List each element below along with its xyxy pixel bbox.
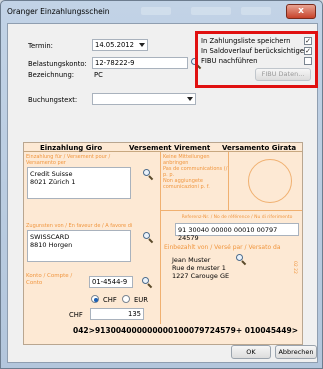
- payer-label: Einbezahlt von / Versé par / Versato da: [164, 244, 281, 251]
- termin-value: 14.05.2012: [95, 41, 134, 49]
- favor-label: Zugunsten von / En faveur de / A favore …: [26, 223, 133, 229]
- reference-label: Referenz-Nr. / No de référence / Nu di r…: [181, 215, 293, 220]
- zahlungsliste-checkbox[interactable]: ✓: [304, 37, 312, 45]
- termin-date-picker[interactable]: 14.05.2012: [92, 39, 148, 51]
- for-address-box[interactable]: Credit Suisse 8021 Zürich 1: [27, 167, 131, 199]
- chevron-down-icon[interactable]: [139, 43, 145, 47]
- termin-label: Termin:: [28, 42, 53, 50]
- currency-chf-label: CHF: [103, 296, 117, 304]
- buchungstext-label: Buchungstext:: [28, 96, 78, 104]
- konto-label: Konto / Compte / Conto: [26, 273, 73, 286]
- slip-divider: [160, 152, 161, 324]
- slip-side-code: 02 22: [292, 261, 297, 274]
- dialog-client-area: Termin: 14.05.2012 Belastungskonto: 12-7…: [7, 23, 318, 363]
- currency-eur-label: EUR: [134, 296, 148, 304]
- title-bar[interactable]: Oranger Einzahlungsschein x: [1, 1, 322, 23]
- buchungstext-select[interactable]: [92, 93, 196, 105]
- stamp-circle: [248, 159, 292, 203]
- window-title: Oranger Einzahlungsschein: [7, 7, 110, 16]
- saldoverlauf-label: In Saldoverlauf berücksichtigen: [201, 47, 309, 55]
- zahlungsliste-label: In Zahlungsliste speichern: [201, 37, 291, 45]
- bezeichnung-label: Bezeichnung:: [28, 71, 75, 79]
- message-notice: Keine Mitteilungen anbringen Pas de comm…: [163, 154, 228, 190]
- payer-address[interactable]: Jean Muster Rue de muster 1 1227 Carouge…: [172, 256, 244, 280]
- konto-input[interactable]: 01-4544-9: [89, 276, 133, 288]
- belastungskonto-label: Belastungskonto:: [28, 60, 87, 68]
- search-icon[interactable]: [142, 231, 154, 244]
- header-girata: Versamento Girata: [222, 144, 297, 152]
- fibu-label: FIBU nachführen: [201, 57, 258, 65]
- belastungskonto-input[interactable]: 12-78222-9: [92, 57, 188, 69]
- title-bar-reflection: [141, 7, 171, 15]
- search-icon[interactable]: [141, 276, 153, 289]
- slip-header: Einzahlung Giro Versement Virement Versa…: [24, 143, 302, 152]
- bezeichnung-value: PC: [94, 71, 103, 79]
- amount-currency-label: CHF: [69, 311, 83, 319]
- belastungskonto-value: 12-78222-9: [95, 59, 135, 67]
- ok-button[interactable]: OK: [231, 345, 271, 359]
- header-virement: Versement Virement: [129, 144, 211, 152]
- payment-slip: Einzahlung Giro Versement Virement Versa…: [23, 142, 303, 345]
- search-icon[interactable]: [142, 168, 154, 181]
- reference-input[interactable]: 91 30040 00000 00010 00797 24579: [175, 223, 299, 242]
- for-label: Einzahlung für / Versement pour / Versam…: [26, 154, 111, 166]
- title-bar-reflection: [241, 7, 271, 15]
- close-icon: x: [298, 6, 304, 16]
- slip-divider: [160, 210, 302, 211]
- saldoverlauf-checkbox[interactable]: ✓: [304, 47, 312, 55]
- close-button[interactable]: x: [286, 4, 316, 19]
- currency-eur-radio[interactable]: [122, 295, 130, 303]
- title-bar-reflection: [191, 7, 231, 15]
- currency-chf-radio[interactable]: [91, 295, 99, 303]
- chevron-down-icon[interactable]: [187, 97, 193, 101]
- fibu-checkbox[interactable]: [304, 57, 312, 65]
- cancel-button[interactable]: Abbrechen: [275, 345, 317, 359]
- coding-line: 042>913004000000000100079724579+ 0100454…: [73, 326, 298, 335]
- search-icon[interactable]: [235, 253, 247, 266]
- fibu-daten-button[interactable]: FIBU Daten...: [255, 68, 311, 81]
- favor-address-box[interactable]: SWISSCARD 8810 Horgen: [27, 230, 131, 262]
- header-giro: Einzahlung Giro: [40, 144, 103, 152]
- amount-input[interactable]: 135: [90, 308, 144, 320]
- dialog-window: Oranger Einzahlungsschein x Termin: 14.0…: [0, 0, 323, 369]
